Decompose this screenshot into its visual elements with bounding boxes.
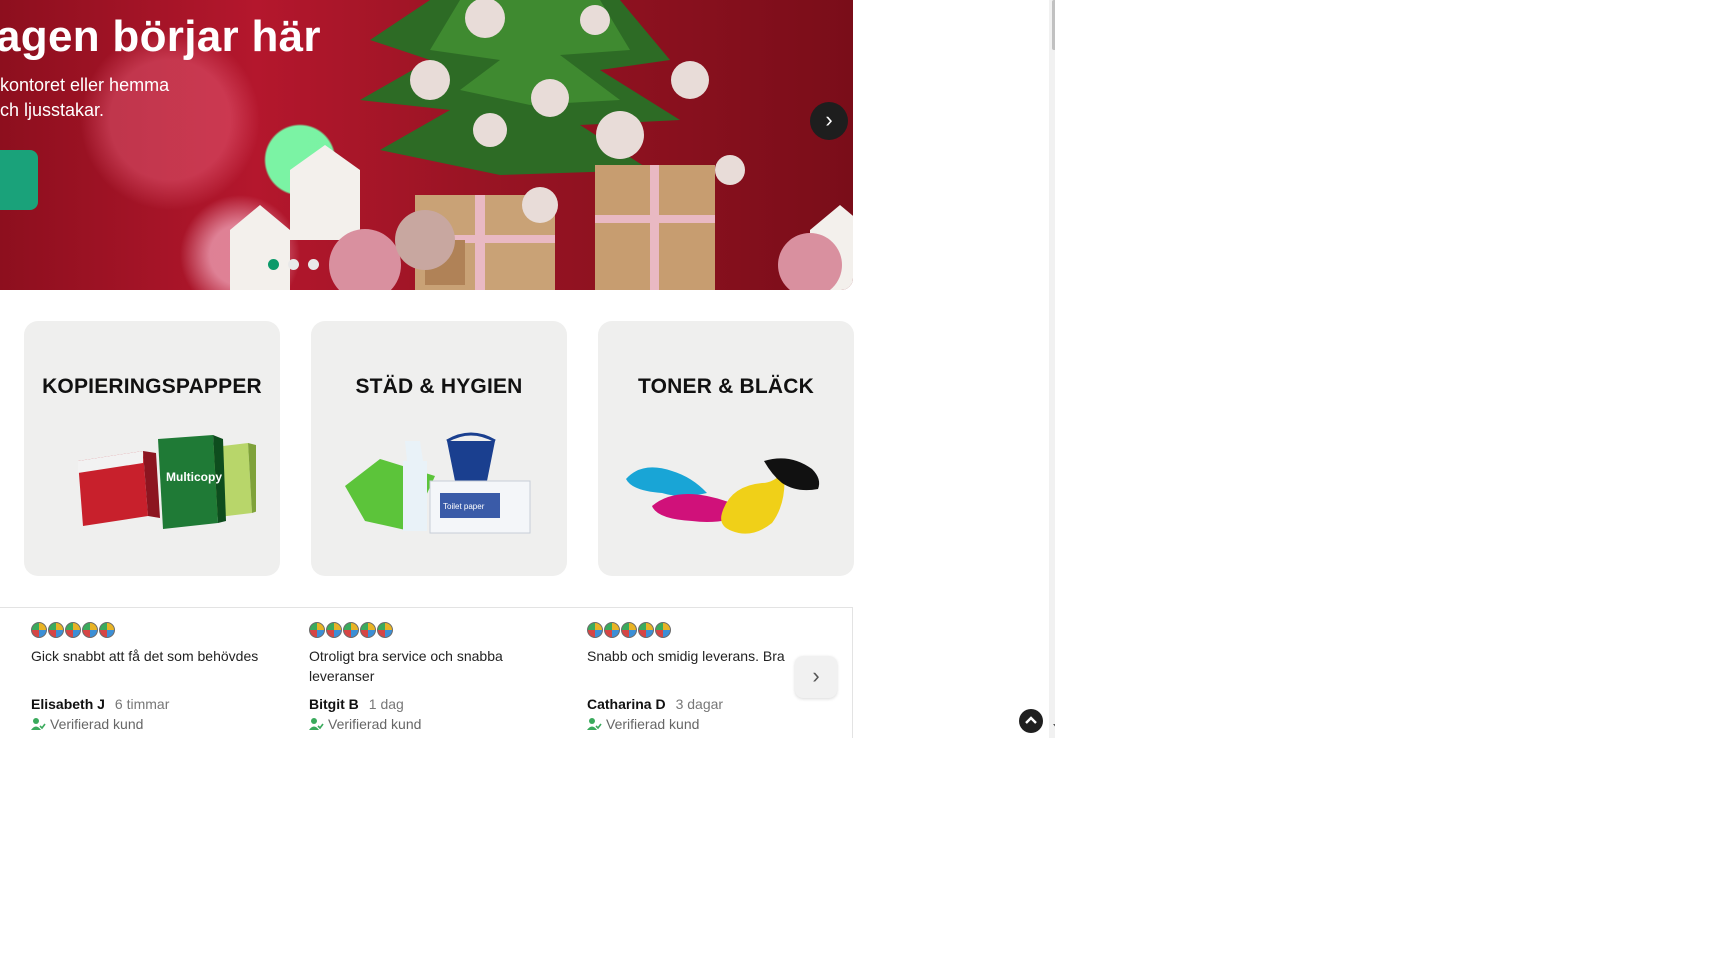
reviewer-name: Bitgit B: [309, 696, 359, 712]
rating-star-icon: [65, 622, 81, 638]
reviews-strip: Gick snabbt att få det som behövdes Elis…: [0, 607, 853, 738]
rating-star-icon: [377, 622, 393, 638]
review-meta: Catharina D 3 dagar: [587, 696, 723, 712]
reviews-next-button[interactable]: ›: [795, 656, 837, 698]
copy-paper-icon: Multicopy: [78, 435, 256, 529]
rating-star-icon: [48, 622, 64, 638]
back-to-top-button[interactable]: [1019, 709, 1043, 733]
svg-text:Toilet paper: Toilet paper: [443, 502, 485, 511]
carousel-dot-2[interactable]: [288, 259, 299, 270]
toner-ink-icon: [626, 458, 820, 534]
reviewer-name: Elisabeth J: [31, 696, 105, 712]
verified-user-icon: [587, 718, 602, 730]
rating-star-icon: [621, 622, 637, 638]
category-title: TONER & BLÄCK: [637, 375, 815, 398]
review-time: 3 dagar: [675, 696, 724, 712]
rating-star-icon: [604, 622, 620, 638]
reviewer-name: Catharina D: [587, 696, 666, 712]
category-title: STÄD & HYGIEN: [355, 375, 523, 398]
carousel-dot-1[interactable]: [268, 259, 279, 270]
verified-label: Verifierad kund: [50, 716, 144, 732]
hero-next-button[interactable]: ›: [810, 102, 848, 140]
rating-star-icon: [31, 622, 47, 638]
hero-cta-button[interactable]: [0, 150, 38, 210]
verified-label: Verifierad kund: [606, 716, 700, 732]
rating-stars: [587, 622, 837, 640]
category-title: KOPIERINGSPAPPER: [42, 375, 262, 398]
verified-badge: Verifierad kund: [31, 716, 143, 732]
verified-label: Verifierad kund: [328, 716, 422, 732]
page-viewport: agen börjar här kontoret eller hemma ch …: [0, 0, 1055, 738]
verified-badge: Verifierad kund: [587, 716, 699, 732]
rating-star-icon: [326, 622, 342, 638]
verified-user-icon: [309, 718, 324, 730]
review-text: Otroligt bra service och snabba leverans…: [309, 648, 503, 684]
page-scrollbar[interactable]: [1049, 0, 1055, 738]
rating-star-icon: [343, 622, 359, 638]
rating-star-icon: [655, 622, 671, 638]
cleaning-icon: Toilet paper: [345, 432, 531, 534]
hero-subtitle-line1: kontoret eller hemma: [0, 75, 170, 95]
review-time: 6 timmar: [114, 696, 170, 712]
review-text: Gick snabbt att få det som behövdes: [31, 648, 259, 664]
category-card-stad-hygien[interactable]: STÄD & HYGIEN Toilet paper: [311, 321, 567, 576]
verified-user-icon: [31, 718, 46, 730]
svg-text:Multicopy: Multicopy: [166, 470, 222, 484]
hero-banner[interactable]: agen börjar här kontoret eller hemma ch …: [0, 0, 853, 290]
rating-star-icon: [82, 622, 98, 638]
scrollbar-thumb[interactable]: [1052, 0, 1055, 50]
category-card-kopieringspapper[interactable]: KOPIERINGSPAPPER Multicopy: [24, 321, 280, 576]
review-meta: Elisabeth J 6 timmar: [31, 696, 169, 712]
scroll-down-arrow-icon[interactable]: [1053, 724, 1055, 729]
rating-star-icon: [587, 622, 603, 638]
rating-stars: [309, 622, 559, 640]
category-card-toner-black[interactable]: TONER & BLÄCK: [598, 321, 854, 576]
carousel-dot-3[interactable]: [308, 259, 319, 270]
review-card: Gick snabbt att få det som behövdes Elis…: [31, 622, 281, 732]
chevron-up-icon: [1025, 716, 1037, 724]
hero-subtitle-line2: ch ljusstakar.: [0, 100, 105, 120]
rating-star-icon: [638, 622, 654, 638]
rating-star-icon: [360, 622, 376, 638]
review-time: 1 dag: [368, 696, 404, 712]
rating-stars: [31, 622, 281, 640]
rating-star-icon: [309, 622, 325, 638]
rating-star-icon: [99, 622, 115, 638]
verified-badge: Verifierad kund: [309, 716, 421, 732]
review-meta: Bitgit B 1 dag: [309, 696, 404, 712]
hero-title: agen börjar här: [0, 12, 321, 61]
review-card: Otroligt bra service och snabba leverans…: [309, 622, 559, 732]
